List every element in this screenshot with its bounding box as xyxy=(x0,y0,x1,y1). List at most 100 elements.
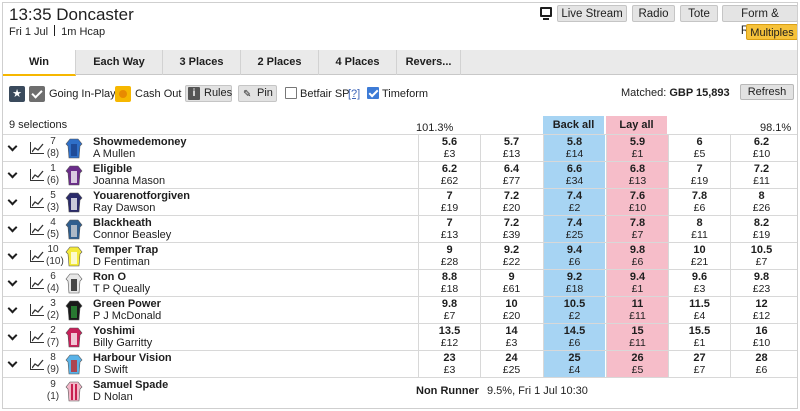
tab-reverse[interactable]: Revers... xyxy=(397,50,461,75)
rules-button[interactable]: i Rules xyxy=(185,85,232,102)
back-price-cell[interactable]: 7 £13 xyxy=(418,216,480,243)
back-price-cell[interactable]: 8.8 £18 xyxy=(418,270,480,297)
back-price-cell[interactable]: 10.5 £2 xyxy=(543,297,605,324)
chart-icon[interactable] xyxy=(30,142,44,154)
tv-icon[interactable] xyxy=(540,7,552,20)
pin-button[interactable]: ✎ Pin xyxy=(238,85,277,102)
lay-price-cell[interactable]: 11 £11 xyxy=(606,297,668,324)
chevron-down-icon[interactable] xyxy=(7,276,18,287)
live-stream-button[interactable]: Live Stream xyxy=(557,5,627,22)
chevron-down-icon[interactable] xyxy=(7,357,18,368)
runner-name[interactable]: Ron O xyxy=(93,271,126,283)
back-price-cell[interactable]: 7.4 £25 xyxy=(543,216,605,243)
back-price-cell[interactable]: 14.5 £6 xyxy=(543,324,605,351)
lay-price-cell[interactable]: 7.6 £10 xyxy=(606,189,668,216)
chart-icon[interactable] xyxy=(30,277,44,289)
back-price-cell[interactable]: 5.7 £13 xyxy=(480,135,542,162)
back-price-cell[interactable]: 7.2 £20 xyxy=(480,189,542,216)
back-all-button[interactable]: Back all xyxy=(543,116,604,134)
tab-each-way[interactable]: Each Way xyxy=(76,50,163,75)
tab-win[interactable]: Win xyxy=(3,50,76,76)
back-price-cell[interactable]: 6.2 £62 xyxy=(418,162,480,189)
runner-name[interactable]: Yoshimi xyxy=(93,325,135,337)
back-price-cell[interactable]: 5.8 £14 xyxy=(543,135,605,162)
lay-price-cell[interactable]: 15.5 £1 xyxy=(668,324,730,351)
lay-price-cell[interactable]: 9.6 £3 xyxy=(668,270,730,297)
tab-2-places[interactable]: 2 Places xyxy=(241,50,319,75)
back-price-cell[interactable]: 24 £25 xyxy=(480,351,542,378)
lay-price-cell[interactable]: 11.5 £4 xyxy=(668,297,730,324)
back-price-cell[interactable]: 7.4 £2 xyxy=(543,189,605,216)
help-link[interactable]: [?] xyxy=(348,88,360,100)
lay-price-cell[interactable]: 8 £26 xyxy=(730,189,792,216)
lay-price-cell[interactable]: 9.8 £23 xyxy=(730,270,792,297)
runner-name[interactable]: Green Power xyxy=(93,298,161,310)
chart-icon[interactable] xyxy=(30,223,44,235)
back-price-cell[interactable]: 7.2 £39 xyxy=(480,216,542,243)
multiples-button[interactable]: Multiples xyxy=(746,24,797,40)
form-results-button[interactable]: Form & Results xyxy=(722,5,797,37)
lay-price-cell[interactable]: 26 £5 xyxy=(606,351,668,378)
back-price-cell[interactable]: 5.6 £3 xyxy=(418,135,480,162)
cash-out-label[interactable]: Cash Out xyxy=(135,88,181,100)
chevron-down-icon[interactable] xyxy=(7,168,18,179)
lay-price-cell[interactable]: 8.2 £19 xyxy=(730,216,792,243)
back-price-cell[interactable]: 23 £3 xyxy=(418,351,480,378)
chevron-down-icon[interactable] xyxy=(7,249,18,260)
runner-name[interactable]: Showmedemoney xyxy=(93,136,187,148)
chart-icon[interactable] xyxy=(30,304,44,316)
chevron-down-icon[interactable] xyxy=(7,195,18,206)
lay-price-cell[interactable]: 6.2 £10 xyxy=(730,135,792,162)
lay-price-cell[interactable]: 12 £12 xyxy=(730,297,792,324)
chevron-down-icon[interactable] xyxy=(7,303,18,314)
lay-price-cell[interactable]: 16 £10 xyxy=(730,324,792,351)
runner-name[interactable]: Samuel Spade xyxy=(93,379,168,391)
runner-name[interactable]: Harbour Vision xyxy=(93,352,172,364)
lay-all-button[interactable]: Lay all xyxy=(606,116,667,134)
runner-name[interactable]: Eligible xyxy=(93,163,132,175)
lay-price-cell[interactable]: 6.8 £13 xyxy=(606,162,668,189)
chart-icon[interactable] xyxy=(30,196,44,208)
back-price-cell[interactable]: 7 £19 xyxy=(418,189,480,216)
cash-out-icon[interactable] xyxy=(115,86,131,102)
lay-price-cell[interactable]: 9.4 £1 xyxy=(606,270,668,297)
back-price-cell[interactable]: 25 £4 xyxy=(543,351,605,378)
runner-name[interactable]: Blackheath xyxy=(93,217,152,229)
lay-price-cell[interactable]: 15 £11 xyxy=(606,324,668,351)
lay-price-cell[interactable]: 6 £5 xyxy=(668,135,730,162)
tab-3-places[interactable]: 3 Places xyxy=(163,50,241,75)
chevron-down-icon[interactable] xyxy=(7,222,18,233)
back-price-cell[interactable]: 6.4 £77 xyxy=(480,162,542,189)
chevron-down-icon[interactable] xyxy=(7,141,18,152)
tab-4-places[interactable]: 4 Places xyxy=(319,50,397,75)
back-price-cell[interactable]: 13.5 £12 xyxy=(418,324,480,351)
refresh-button[interactable]: Refresh xyxy=(740,84,794,100)
chevron-down-icon[interactable] xyxy=(7,330,18,341)
back-price-cell[interactable]: 14 £3 xyxy=(480,324,542,351)
lay-price-cell[interactable]: 10 £21 xyxy=(668,243,730,270)
lay-price-cell[interactable]: 27 £7 xyxy=(668,351,730,378)
back-price-cell[interactable]: 9.4 £6 xyxy=(543,243,605,270)
back-price-cell[interactable]: 9.2 £22 xyxy=(480,243,542,270)
lay-price-cell[interactable]: 10.5 £7 xyxy=(730,243,792,270)
back-price-cell[interactable]: 9 £28 xyxy=(418,243,480,270)
back-price-cell[interactable]: 6.6 £34 xyxy=(543,162,605,189)
runner-name[interactable]: Youarenotforgiven xyxy=(93,190,190,202)
star-icon[interactable]: ★ xyxy=(9,86,25,102)
chart-icon[interactable] xyxy=(30,169,44,181)
back-price-cell[interactable]: 9 £61 xyxy=(480,270,542,297)
lay-price-cell[interactable]: 8 £11 xyxy=(668,216,730,243)
radio-button[interactable]: Radio xyxy=(632,5,675,22)
chart-icon[interactable] xyxy=(30,358,44,370)
runner-name[interactable]: Temper Trap xyxy=(93,244,158,256)
lay-price-cell[interactable]: 7.8 £7 xyxy=(606,216,668,243)
chart-icon[interactable] xyxy=(30,331,44,343)
lay-price-cell[interactable]: 28 £6 xyxy=(730,351,792,378)
lay-price-cell[interactable]: 7.2 £11 xyxy=(730,162,792,189)
betfair-sp-checkbox[interactable] xyxy=(285,87,297,99)
lay-price-cell[interactable]: 9.8 £6 xyxy=(606,243,668,270)
chart-icon[interactable] xyxy=(30,250,44,262)
timeform-checkbox[interactable] xyxy=(367,87,379,99)
lay-price-cell[interactable]: 5.9 £1 xyxy=(606,135,668,162)
back-price-cell[interactable]: 10 £20 xyxy=(480,297,542,324)
